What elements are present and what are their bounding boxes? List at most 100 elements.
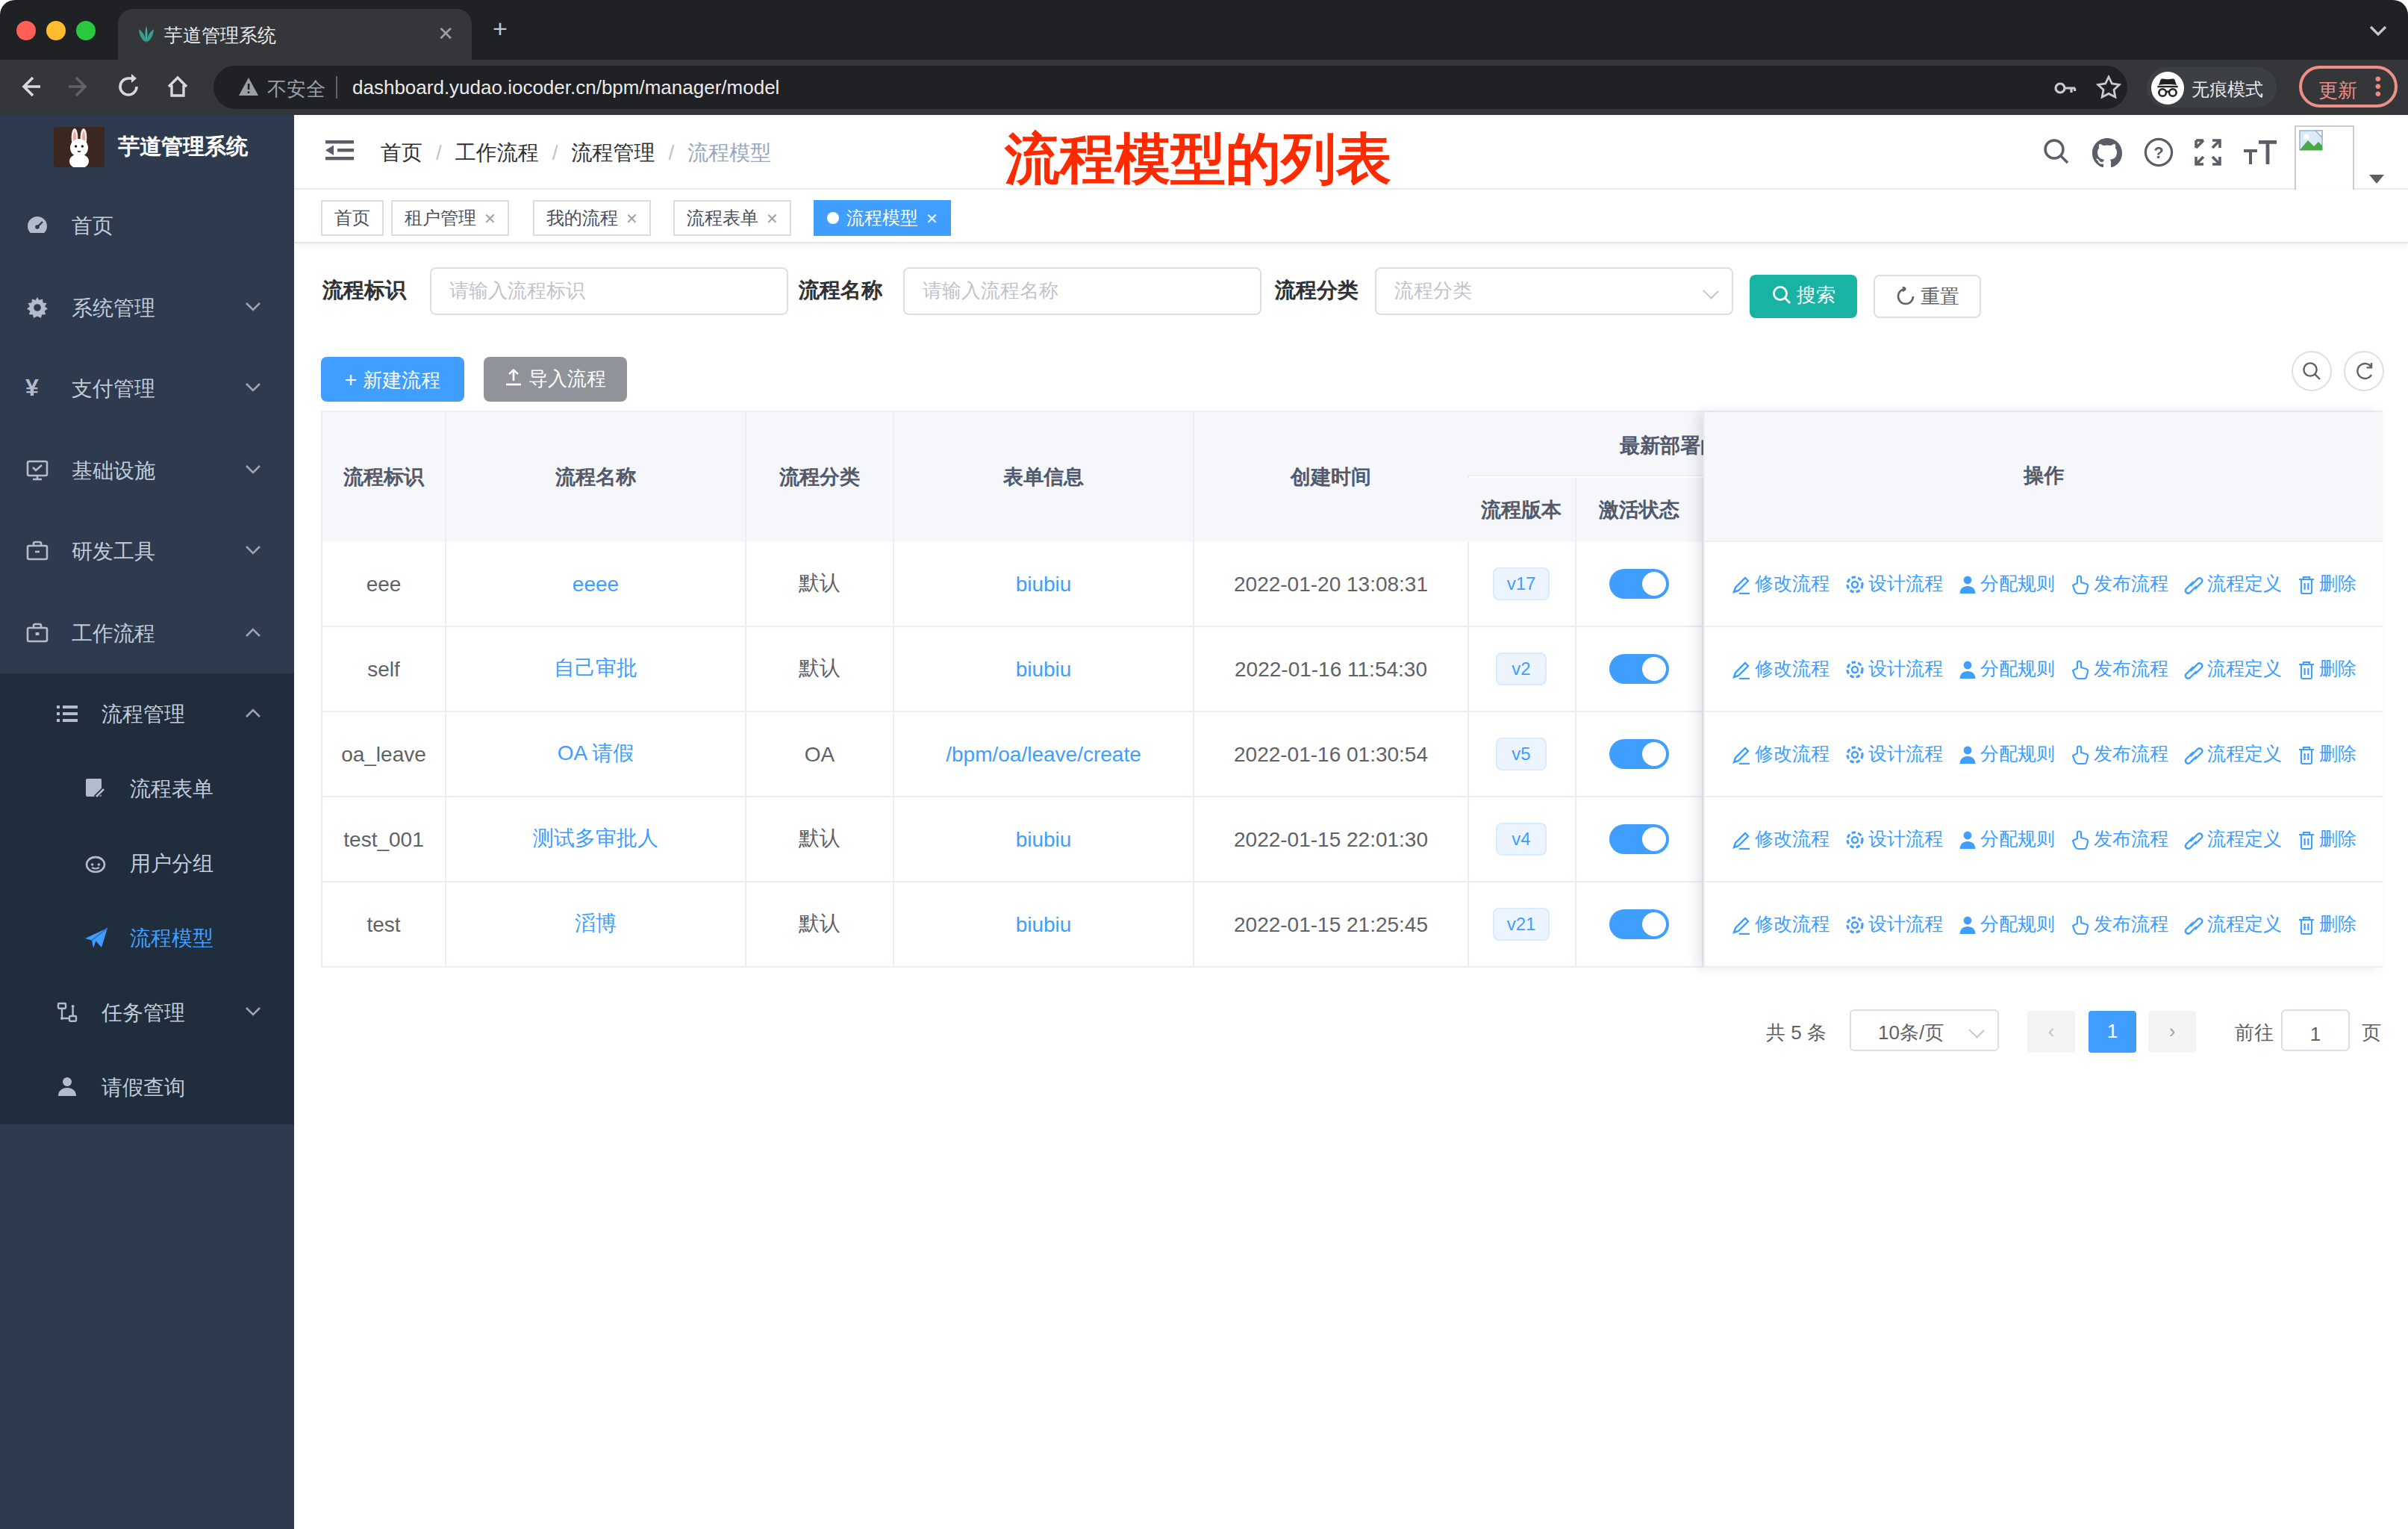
sidebar-item-leave-query[interactable]: 请假查询 <box>0 1050 294 1124</box>
action-edit[interactable]: 修改流程 <box>1731 912 1830 937</box>
action-delete[interactable]: 删除 <box>2297 571 2356 597</box>
action-definition[interactable]: 流程定义 <box>2183 741 2282 767</box>
tag-close-icon[interactable]: ✕ <box>484 211 496 227</box>
sidebar-item-payment[interactable]: ¥ 支付管理 <box>0 348 294 429</box>
create-process-button[interactable]: +新建流程 <box>321 357 464 402</box>
reset-button[interactable]: 重置 <box>1874 275 1981 318</box>
current-page-button[interactable]: 1 <box>2089 1011 2136 1053</box>
tag-process-model[interactable]: 流程模型✕ <box>814 200 952 236</box>
action-design[interactable]: 设计流程 <box>1844 912 1943 937</box>
search-icon[interactable] <box>2042 137 2071 166</box>
tag-home[interactable]: 首页 <box>321 200 384 236</box>
url-text[interactable]: dashboard.yudao.iocoder.cn/bpm/manager/m… <box>352 76 779 99</box>
sidebar-logo[interactable]: 芋道管理系统 <box>0 115 294 194</box>
action-definition[interactable]: 流程定义 <box>2183 571 2282 597</box>
github-icon[interactable] <box>2092 137 2123 167</box>
active-toggle[interactable] <box>1609 824 1669 854</box>
cell-name-link[interactable]: 自己审批 <box>446 627 746 711</box>
avatar[interactable] <box>2295 125 2354 193</box>
cell-name-link[interactable]: 测试多审批人 <box>446 797 746 881</box>
filter-id-input[interactable]: 请输入流程标识 <box>430 267 788 315</box>
sidebar-item-task-mgmt[interactable]: 任务管理 <box>0 975 294 1050</box>
action-definition[interactable]: 流程定义 <box>2183 826 2282 852</box>
filter-name-input[interactable]: 请输入流程名称 <box>903 267 1261 315</box>
action-publish[interactable]: 发布流程 <box>2070 912 2168 937</box>
filter-category-select[interactable]: 流程分类 <box>1375 267 1733 315</box>
action-delete[interactable]: 删除 <box>2297 912 2356 937</box>
cell-form-link[interactable]: biubiu <box>894 542 1194 626</box>
action-assign[interactable]: 分配规则 <box>1958 571 2055 597</box>
sidebar-item-system[interactable]: 系统管理 <box>0 267 294 348</box>
prev-page-button[interactable]: ‹ <box>2027 1011 2075 1053</box>
sidebar-item-infra[interactable]: 基础设施 <box>0 429 294 511</box>
action-design[interactable]: 设计流程 <box>1844 571 1943 597</box>
cell-form-link[interactable]: biubiu <box>894 797 1194 881</box>
fullscreen-icon[interactable] <box>2193 137 2223 167</box>
action-assign[interactable]: 分配规则 <box>1958 656 2055 682</box>
sidebar-item-process-model[interactable]: 流程模型 <box>0 900 294 975</box>
import-process-button[interactable]: 导入流程 <box>484 357 627 402</box>
active-toggle[interactable] <box>1609 739 1669 769</box>
tag-close-icon[interactable]: ✕ <box>926 211 938 227</box>
help-icon[interactable]: ? <box>2144 137 2174 167</box>
action-edit[interactable]: 修改流程 <box>1731 656 1830 682</box>
breadcrumb-workflow[interactable]: 工作流程 <box>455 140 539 164</box>
tag-my-process[interactable]: 我的流程✕ <box>533 200 652 236</box>
avatar-caret-icon[interactable] <box>2369 175 2384 184</box>
page-size-select[interactable]: 10条/页 <box>1850 1009 1999 1051</box>
toggle-search-icon[interactable] <box>2292 351 2332 391</box>
home-icon[interactable] <box>164 73 191 100</box>
breadcrumb-process-mgmt[interactable]: 流程管理 <box>572 140 655 164</box>
font-size-icon[interactable] <box>2244 140 2277 164</box>
active-toggle[interactable] <box>1609 569 1669 599</box>
new-tab-button[interactable]: + <box>493 18 508 42</box>
sidebar-item-workflow[interactable]: 工作流程 <box>0 592 294 673</box>
sidebar-item-devtools[interactable]: 研发工具 <box>0 511 294 592</box>
action-publish[interactable]: 发布流程 <box>2070 571 2168 597</box>
action-design[interactable]: 设计流程 <box>1844 826 1943 852</box>
tab-search-icon[interactable] <box>2369 25 2387 37</box>
sidebar-item-home[interactable]: 首页 <box>0 185 294 267</box>
traffic-light-close[interactable] <box>16 20 35 40</box>
reload-icon[interactable] <box>115 73 142 100</box>
browser-tab[interactable]: 芋道管理系统 ✕ <box>118 9 472 60</box>
action-definition[interactable]: 流程定义 <box>2183 656 2282 682</box>
sidebar-item-process-form[interactable]: 流程表单 <box>0 751 294 826</box>
next-page-button[interactable]: › <box>2148 1011 2196 1053</box>
action-delete[interactable]: 删除 <box>2297 741 2356 767</box>
action-assign[interactable]: 分配规则 <box>1958 826 2055 852</box>
cell-name-link[interactable]: OA 请假 <box>446 712 746 796</box>
goto-page-input[interactable]: 1 <box>2281 1009 2350 1051</box>
traffic-light-minimize[interactable] <box>46 20 65 40</box>
action-assign[interactable]: 分配规则 <box>1958 741 2055 767</box>
sidebar-item-user-group[interactable]: 用户分组 <box>0 826 294 900</box>
action-edit[interactable]: 修改流程 <box>1731 826 1830 852</box>
action-delete[interactable]: 删除 <box>2297 826 2356 852</box>
cell-form-link[interactable]: biubiu <box>894 882 1194 966</box>
action-publish[interactable]: 发布流程 <box>2070 741 2168 767</box>
cell-form-link[interactable]: /bpm/oa/leave/create <box>894 712 1194 796</box>
action-assign[interactable]: 分配规则 <box>1958 912 2055 937</box>
traffic-light-zoom[interactable] <box>75 20 95 40</box>
tab-close-icon[interactable]: ✕ <box>437 22 454 45</box>
breadcrumb-home[interactable]: 首页 <box>381 140 422 164</box>
action-publish[interactable]: 发布流程 <box>2070 656 2168 682</box>
address-bar[interactable]: 不安全 dashboard.yudao.iocoder.cn/bpm/manag… <box>213 66 2127 109</box>
action-publish[interactable]: 发布流程 <box>2070 826 2168 852</box>
bookmark-star-icon[interactable] <box>2096 75 2121 100</box>
action-design[interactable]: 设计流程 <box>1844 741 1943 767</box>
tag-close-icon[interactable]: ✕ <box>626 211 638 227</box>
cell-form-link[interactable]: biubiu <box>894 627 1194 711</box>
tag-process-form[interactable]: 流程表单✕ <box>673 200 792 236</box>
action-delete[interactable]: 删除 <box>2297 656 2356 682</box>
sidebar-item-process-mgmt[interactable]: 流程管理 <box>0 676 294 751</box>
security-label[interactable]: 不安全 <box>267 76 325 103</box>
action-design[interactable]: 设计流程 <box>1844 656 1943 682</box>
action-edit[interactable]: 修改流程 <box>1731 571 1830 597</box>
active-toggle[interactable] <box>1609 654 1669 684</box>
password-key-icon[interactable] <box>2053 76 2077 100</box>
back-icon[interactable] <box>16 73 43 100</box>
search-button[interactable]: 搜索 <box>1750 275 1857 318</box>
tag-close-icon[interactable]: ✕ <box>766 211 779 227</box>
update-button[interactable]: 更新 ••• <box>2299 66 2398 108</box>
